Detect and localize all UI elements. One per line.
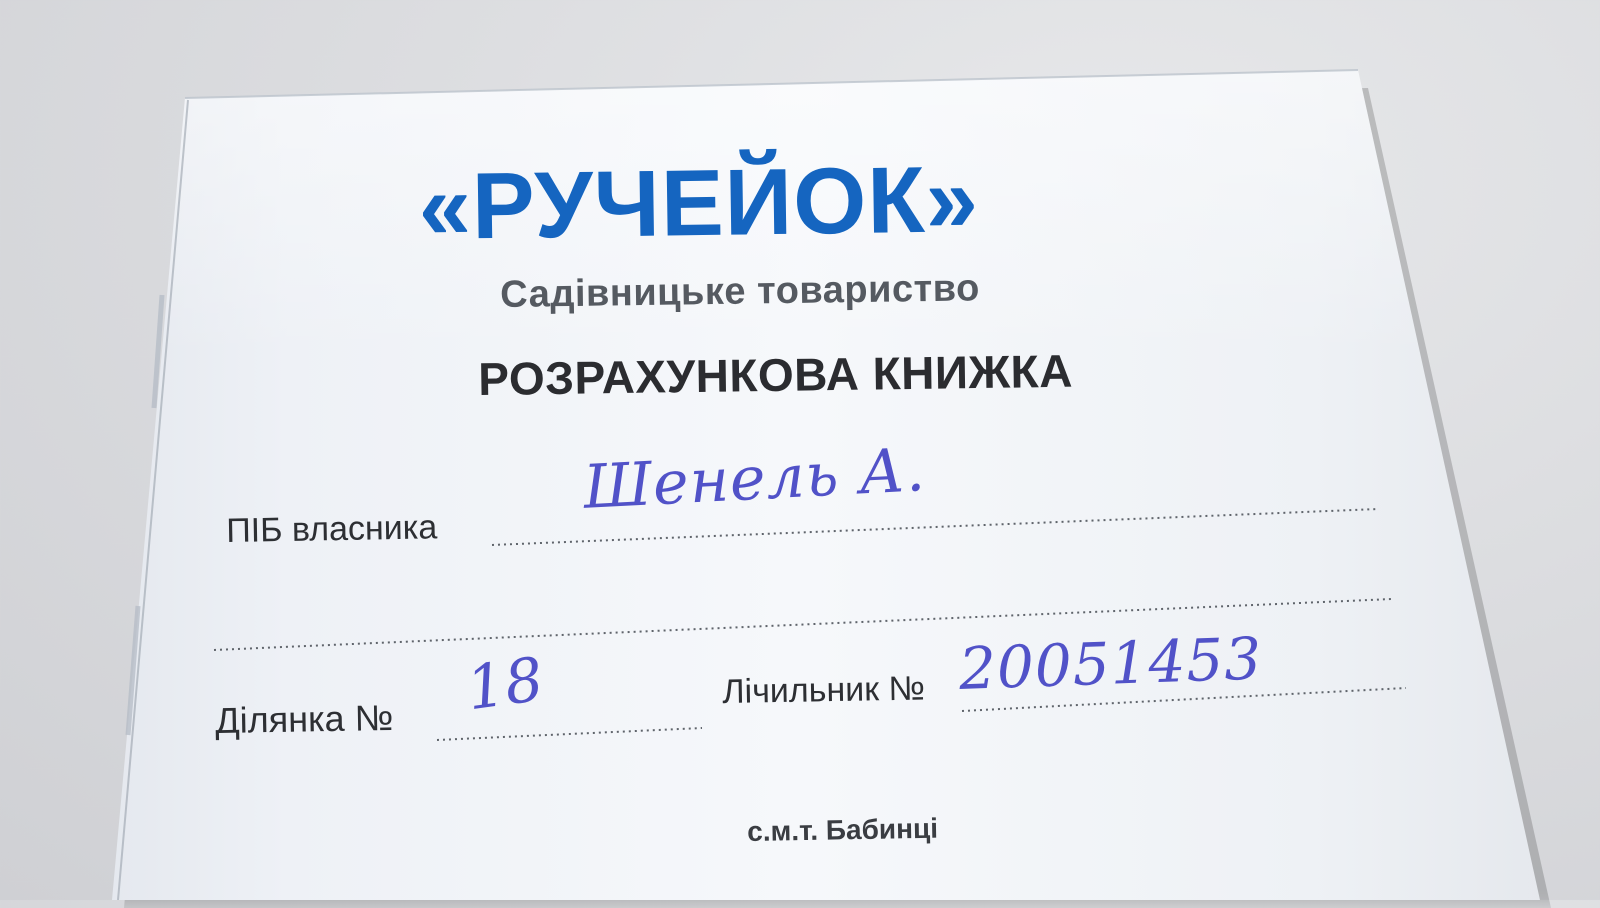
location-text: с.м.т. Бабинці <box>746 812 939 847</box>
plot-label: Ділянка № <box>214 696 394 741</box>
photo-scene: «РУЧЕЙОК» Садівницьке товариство РОЗРАХУ… <box>0 0 1600 908</box>
owner-handwritten-value: Шенель А. <box>581 435 928 523</box>
plot-line <box>436 727 703 741</box>
plot-handwritten-value: 18 <box>462 644 548 725</box>
owner-label: ПІБ власника <box>225 508 438 550</box>
meter-label: Лічильник № <box>721 669 926 711</box>
meter-handwritten-value: 20051453 <box>957 624 1264 703</box>
